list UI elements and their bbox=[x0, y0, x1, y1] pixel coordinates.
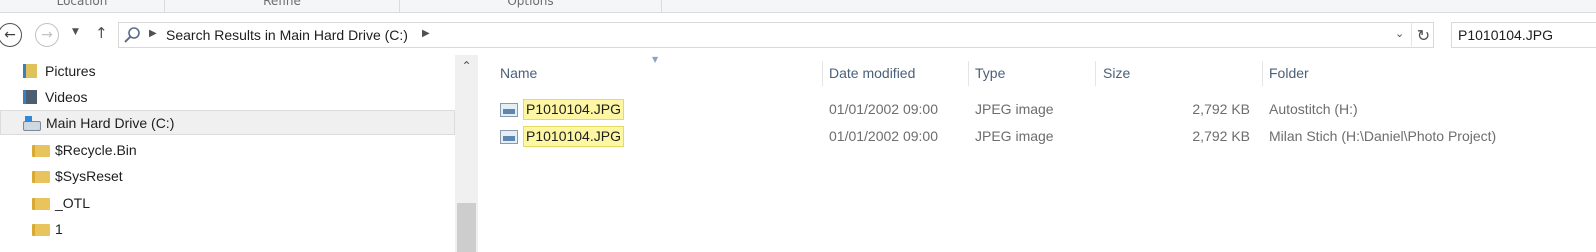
sort-indicator-icon: ▼ bbox=[652, 55, 659, 64]
nav-item-label: $SysReset bbox=[55, 167, 123, 184]
size-cell: 2,792 KB bbox=[1192, 128, 1250, 144]
recent-locations-button[interactable]: ▼ bbox=[72, 27, 79, 37]
chevron-up-icon: ⌃ bbox=[461, 59, 472, 73]
nav-item-1[interactable]: 1 bbox=[0, 216, 455, 241]
ribbon-strip: Location Refine Options bbox=[0, 0, 1596, 13]
folder-cell: Autostitch (H:) bbox=[1269, 101, 1358, 117]
file-name-cell[interactable]: P1010104.JPG bbox=[500, 99, 624, 120]
nav-item-pictures[interactable]: Pictures bbox=[0, 58, 455, 83]
arrow-up-icon: ↑ bbox=[95, 24, 108, 42]
nav-scrollbar[interactable]: ⌃ bbox=[455, 55, 478, 252]
file-name[interactable]: P1010104.JPG bbox=[523, 99, 624, 120]
folder-cell: Milan Stich (H:\Daniel\Photo Project) bbox=[1269, 128, 1497, 144]
nav-item-recycle-bin[interactable]: $Recycle.Bin bbox=[0, 137, 455, 162]
address-row: ← → ▼ ↑ ▶ Search Results in Main Hard Dr… bbox=[0, 19, 1596, 50]
date-modified-cell: 01/01/2002 09:00 bbox=[829, 101, 938, 117]
breadcrumb[interactable]: Search Results in Main Hard Drive (C:) bbox=[166, 27, 408, 43]
chevron-down-icon: ⌄ bbox=[1395, 27, 1405, 40]
column-header-folder[interactable]: Folder bbox=[1269, 61, 1309, 86]
column-separator[interactable] bbox=[1262, 61, 1263, 86]
image-file-icon bbox=[500, 129, 518, 144]
nav-item-otl[interactable]: _OTL bbox=[0, 190, 455, 215]
file-name-cell[interactable]: P1010104.JPG bbox=[500, 126, 624, 147]
column-separator[interactable] bbox=[822, 61, 823, 86]
search-input[interactable]: P1010104.JPG bbox=[1451, 22, 1596, 48]
back-button[interactable]: ← bbox=[0, 23, 22, 47]
nav-item-label: 1 bbox=[55, 220, 63, 237]
table-row[interactable]: P1010104.JPG 01/01/2002 09:00 JPEG image… bbox=[500, 98, 1596, 122]
videos-icon bbox=[21, 89, 39, 105]
column-header-name[interactable]: Name bbox=[500, 61, 537, 86]
folder-icon bbox=[31, 195, 50, 211]
ribbon-group-label: Location bbox=[56, 0, 108, 8]
pictures-icon bbox=[21, 63, 39, 79]
chevron-right-icon[interactable]: ▶ bbox=[422, 28, 430, 39]
column-separator[interactable] bbox=[1095, 61, 1096, 86]
nav-item-label: _OTL bbox=[55, 194, 91, 211]
folder-icon bbox=[31, 142, 50, 158]
column-header-type[interactable]: Type bbox=[975, 61, 1005, 86]
size-cell: 2,792 KB bbox=[1192, 101, 1250, 117]
nav-item-label: $Recycle.Bin bbox=[55, 141, 137, 158]
scroll-up-button[interactable]: ⌃ bbox=[455, 55, 478, 77]
navigation-pane: Pictures Videos Main Hard Drive (C:) $Re… bbox=[0, 55, 478, 252]
ribbon-group-label: Refine bbox=[263, 0, 301, 8]
ribbon-group-options[interactable]: Options bbox=[400, 0, 662, 13]
address-history-dropdown[interactable]: ⌄ bbox=[1395, 27, 1404, 40]
file-name[interactable]: P1010104.JPG bbox=[523, 126, 624, 147]
ribbon-group-location[interactable]: Location bbox=[0, 0, 165, 13]
nav-item-sysreset[interactable]: $SysReset bbox=[0, 163, 455, 188]
folder-icon bbox=[31, 221, 50, 237]
search-location-icon bbox=[124, 27, 140, 43]
column-header-size[interactable]: Size bbox=[1103, 61, 1130, 86]
refresh-button[interactable]: ↻ bbox=[1411, 22, 1435, 48]
folder-icon bbox=[31, 168, 50, 184]
scroll-thumb[interactable] bbox=[457, 203, 476, 252]
nav-item-label: Videos bbox=[45, 88, 88, 105]
nav-item-main-hard-drive[interactable]: Main Hard Drive (C:) bbox=[0, 110, 455, 135]
type-cell: JPEG image bbox=[975, 101, 1054, 117]
drive-icon bbox=[22, 115, 41, 131]
column-header-date-modified[interactable]: Date modified bbox=[829, 61, 915, 86]
date-modified-cell: 01/01/2002 09:00 bbox=[829, 128, 938, 144]
nav-item-videos[interactable]: Videos bbox=[0, 84, 455, 109]
table-row[interactable]: P1010104.JPG 01/01/2002 09:00 JPEG image… bbox=[500, 125, 1596, 149]
refresh-icon: ↻ bbox=[1416, 25, 1431, 45]
ribbon-group-refine[interactable]: Refine bbox=[165, 0, 400, 13]
forward-button[interactable]: → bbox=[35, 23, 59, 47]
file-list: ▼ Name Date modified Type Size Folder P1… bbox=[478, 55, 1596, 252]
arrow-left-icon: ← bbox=[4, 27, 16, 43]
arrow-right-icon: → bbox=[41, 27, 53, 43]
image-file-icon bbox=[500, 102, 518, 117]
up-button[interactable]: ↑ bbox=[95, 24, 108, 42]
chevron-down-icon: ▼ bbox=[72, 27, 79, 37]
ribbon-group-label: Options bbox=[507, 0, 554, 8]
nav-item-label: Pictures bbox=[45, 62, 96, 79]
nav-item-label: Main Hard Drive (C:) bbox=[46, 114, 175, 131]
type-cell: JPEG image bbox=[975, 128, 1054, 144]
chevron-right-icon[interactable]: ▶ bbox=[149, 28, 157, 39]
column-separator[interactable] bbox=[968, 61, 969, 86]
address-bar[interactable]: ▶ Search Results in Main Hard Drive (C:)… bbox=[118, 22, 1434, 48]
